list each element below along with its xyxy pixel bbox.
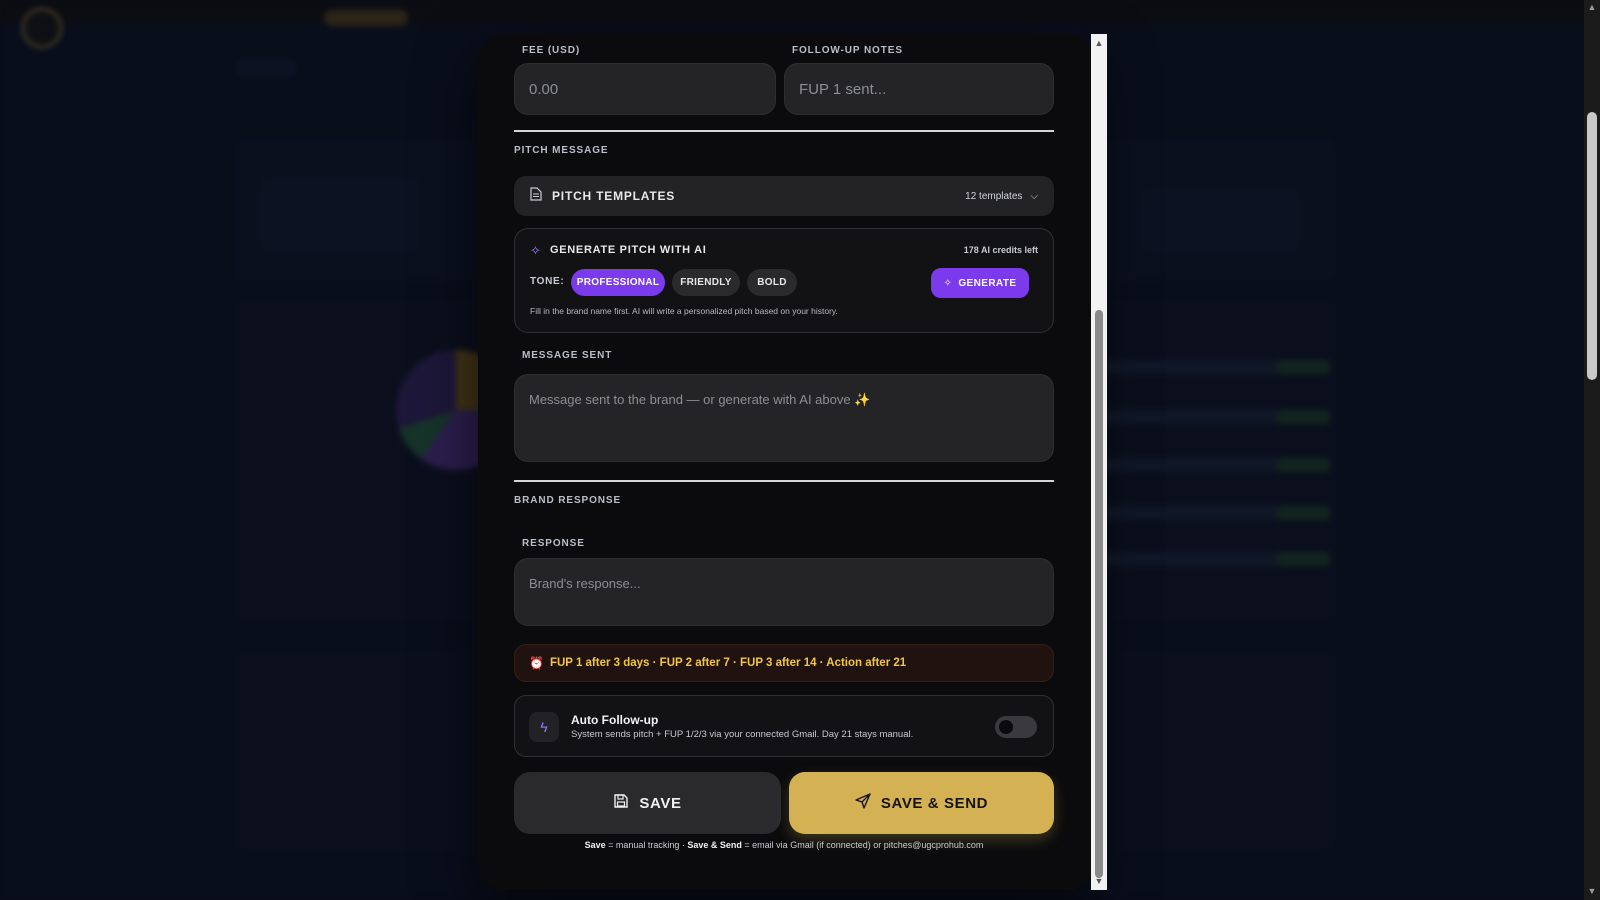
floppy-disk-icon [613,793,629,813]
document-icon [530,186,542,206]
templates-count: 12 templates [965,190,1023,202]
scroll-down-arrow-icon[interactable]: ▼ [1587,886,1597,896]
lightning-icon: ϟ [529,712,559,742]
tone-friendly-chip[interactable]: FRIENDLY [672,269,740,296]
response-textarea[interactable]: Brand's response... [514,558,1054,626]
toggle-knob [999,720,1013,734]
followup-notes-label: FOLLOW-UP NOTES [792,45,903,56]
scroll-up-arrow-icon[interactable]: ▲ [1587,2,1597,12]
tone-bold-chip[interactable]: BOLD [747,269,797,296]
auto-followup-card: ϟ Auto Follow-up System sends pitch + FU… [514,695,1054,757]
section-divider [514,480,1054,482]
auto-followup-description: System sends pitch + FUP 1/2/3 via your … [571,729,914,740]
scroll-down-arrow-icon[interactable]: ▼ [1094,876,1104,886]
footnote-save-send: Save & Send [687,840,742,850]
save-button[interactable]: SAVE [514,772,781,834]
fee-input[interactable]: 0.00 [514,63,776,115]
window-scroll-thumb[interactable] [1587,112,1597,380]
section-divider [514,130,1054,132]
footnote-save-desc: = manual tracking · [605,840,688,850]
fee-placeholder: 0.00 [529,80,559,98]
modal-scrollbar[interactable]: ▲ ▼ [1091,34,1107,890]
fee-label: FEE (USD) [522,45,581,56]
ai-hint: Fill in the brand name first. AI will wr… [530,306,838,316]
message-sent-textarea[interactable]: Message sent to the brand — or generate … [514,374,1054,462]
followup-schedule-text: FUP 1 after 3 days · FUP 2 after 7 · FUP… [549,657,907,669]
message-placeholder: Message sent to the brand — or generate … [529,392,871,407]
followup-notes-placeholder: FUP 1 sent... [799,80,887,98]
pitch-templates-dropdown[interactable]: PITCH TEMPLATES 12 templates ⌵ [514,176,1054,216]
pitch-templates-title: PITCH TEMPLATES [552,189,676,203]
footnote-save: Save [584,840,606,850]
pitch-modal: FEE (USD) FOLLOW-UP NOTES 0.00 FUP 1 sen… [478,34,1094,890]
tone-professional-chip[interactable]: PROFESSIONAL [571,269,665,296]
ai-credits: 178 AI credits left [963,245,1038,255]
response-label: RESPONSE [522,538,585,549]
chevron-down-icon: ⌵ [1030,190,1038,202]
sparkles-icon: ✧ [943,277,953,289]
window-scrollbar[interactable]: ▲ ▼ [1584,0,1600,900]
auto-followup-title: Auto Follow-up [571,713,659,727]
ai-panel-title: GENERATE PITCH WITH AI [550,244,707,256]
message-sent-label: MESSAGE SENT [522,350,613,361]
generate-label: GENERATE [958,277,1017,289]
ai-generate-panel: ✧ GENERATE PITCH WITH AI 178 AI credits … [514,228,1054,333]
tone-label: TONE: [530,276,565,287]
followup-notes-input[interactable]: FUP 1 sent... [784,63,1054,115]
auto-followup-toggle[interactable] [995,716,1037,738]
followup-schedule-banner: ⏰ FUP 1 after 3 days · FUP 2 after 7 · F… [514,644,1054,682]
alarm-clock-icon: ⏰ [529,656,544,670]
save-and-send-button[interactable]: SAVE & SEND [789,772,1054,834]
generate-button[interactable]: ✧ GENERATE [931,268,1029,298]
modal-scroll-thumb[interactable] [1095,310,1103,878]
scroll-up-arrow-icon[interactable]: ▲ [1094,38,1104,48]
response-placeholder: Brand's response... [529,576,641,591]
footnote-save-send-desc: = email via Gmail (if connected) or pitc… [741,840,984,850]
paper-plane-icon [855,793,871,813]
brand-response-heading: BRAND RESPONSE [514,495,622,506]
save-and-send-label: SAVE & SEND [880,794,989,812]
sparkles-icon: ✧ [530,243,541,258]
actions-footnote: Save = manual tracking · Save & Send = e… [514,840,1054,850]
pitch-message-heading: PITCH MESSAGE [514,145,609,156]
save-label: SAVE [639,794,682,812]
